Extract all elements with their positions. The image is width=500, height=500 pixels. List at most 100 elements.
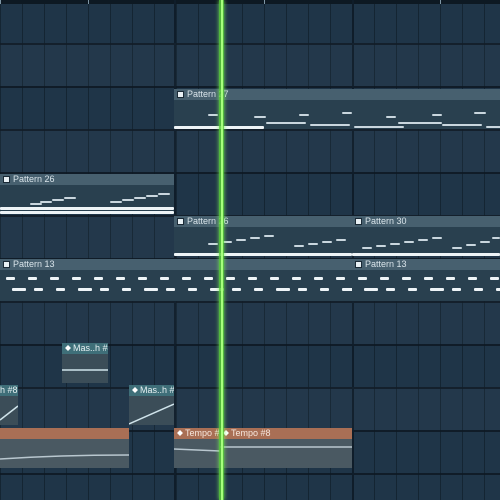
- automation-line: [220, 446, 352, 448]
- note: [362, 247, 372, 249]
- pattern-clip-13[interactable]: Pattern 13: [0, 259, 352, 301]
- note: [182, 277, 191, 280]
- clip-label: Tempo #6: [185, 428, 220, 438]
- note: [40, 201, 52, 203]
- automation-line: [0, 454, 129, 460]
- automation-curve: [174, 439, 220, 468]
- note: [56, 288, 65, 291]
- track-lane[interactable]: [0, 43, 500, 86]
- clip-header[interactable]: Mas..h #4: [62, 343, 108, 354]
- note: [486, 126, 500, 128]
- note: [122, 288, 131, 291]
- note: [474, 288, 483, 291]
- note: [116, 277, 125, 280]
- note: [408, 288, 417, 291]
- clip-header[interactable]: Mas..h #8: [129, 385, 174, 396]
- note: [452, 247, 462, 249]
- tempo-automation-clip[interactable]: Tempo #8: [220, 428, 352, 468]
- pattern-clip-26[interactable]: Pattern 26: [0, 174, 174, 214]
- note: [144, 288, 158, 291]
- note: [236, 239, 246, 241]
- playlist-grid[interactable]: Pattern 27 Pattern 26 Pattern 26 Pattern…: [0, 0, 500, 500]
- tempo-automation-clip[interactable]: Tempo #6: [174, 428, 220, 468]
- note: [254, 116, 266, 118]
- note: [490, 277, 499, 280]
- note: [64, 197, 76, 199]
- automation-curve: [0, 439, 129, 468]
- automation-line: [174, 448, 220, 452]
- note: [298, 288, 307, 291]
- automation-clip[interactable]: Mas..h #8: [129, 385, 174, 425]
- pattern-clip-30[interactable]: Pattern 30: [352, 216, 500, 256]
- ruler-tick: [440, 0, 441, 4]
- track-lane[interactable]: [0, 301, 500, 344]
- note: [292, 277, 301, 280]
- clip-label: Tempo #8: [231, 428, 271, 438]
- track-lane[interactable]: [0, 129, 500, 172]
- note: [480, 241, 490, 243]
- clip-header[interactable]: Tempo #8: [220, 428, 352, 439]
- note: [270, 277, 279, 280]
- note: [204, 277, 213, 280]
- note: [294, 245, 304, 247]
- note: [0, 207, 174, 210]
- note: [138, 277, 147, 280]
- pattern-icon: [177, 91, 184, 98]
- note: [30, 203, 42, 205]
- note: [208, 114, 218, 116]
- pattern-icon: [177, 218, 184, 225]
- note: [364, 288, 378, 291]
- automation-curve: [220, 439, 352, 468]
- note: [402, 277, 411, 280]
- clip-label: Mas..h #4: [73, 343, 108, 353]
- time-ruler[interactable]: [0, 0, 500, 4]
- note: [342, 288, 352, 291]
- automation-line: [62, 369, 108, 371]
- note: [432, 114, 442, 116]
- pattern-icon: [355, 218, 362, 225]
- note: [226, 277, 235, 280]
- note: [6, 277, 15, 280]
- note: [446, 277, 455, 280]
- note: [390, 243, 400, 245]
- note: [430, 288, 444, 291]
- note: [452, 288, 461, 291]
- automation-clip[interactable]: h #8: [0, 385, 18, 425]
- note: [398, 122, 442, 124]
- note: [264, 235, 274, 237]
- automation-line: [129, 403, 174, 425]
- note: [310, 124, 350, 126]
- note: [72, 277, 81, 280]
- pattern-icon: [3, 176, 10, 183]
- clip-label: h #8: [0, 385, 18, 395]
- clip-notes: [352, 270, 500, 301]
- automation-icon: [65, 345, 71, 351]
- note: [468, 277, 477, 280]
- note: [94, 277, 103, 280]
- automation-curve: [129, 396, 174, 425]
- note: [232, 288, 241, 291]
- tempo-automation-clip[interactable]: [0, 428, 129, 468]
- note: [0, 211, 174, 214]
- note: [352, 253, 500, 256]
- note: [322, 241, 332, 243]
- clip-header[interactable]: Tempo #6: [174, 428, 220, 439]
- pattern-clip-13[interactable]: Pattern 13: [352, 259, 500, 301]
- note: [266, 122, 306, 124]
- automation-icon: [177, 430, 183, 436]
- clip-header[interactable]: h #8: [0, 385, 18, 396]
- automation-clip[interactable]: Mas..h #4: [62, 343, 108, 383]
- note: [78, 288, 92, 291]
- note: [354, 126, 404, 128]
- note: [404, 241, 414, 243]
- clip-notes: [0, 185, 174, 214]
- clip-label: Pattern 30: [365, 216, 407, 226]
- note: [386, 116, 396, 118]
- note: [466, 244, 476, 246]
- note: [424, 277, 433, 280]
- note: [418, 239, 428, 241]
- clip-header[interactable]: [0, 428, 129, 439]
- track-lane[interactable]: [0, 387, 500, 430]
- note: [248, 277, 257, 280]
- pattern-clip-26[interactable]: Pattern 26: [174, 216, 352, 256]
